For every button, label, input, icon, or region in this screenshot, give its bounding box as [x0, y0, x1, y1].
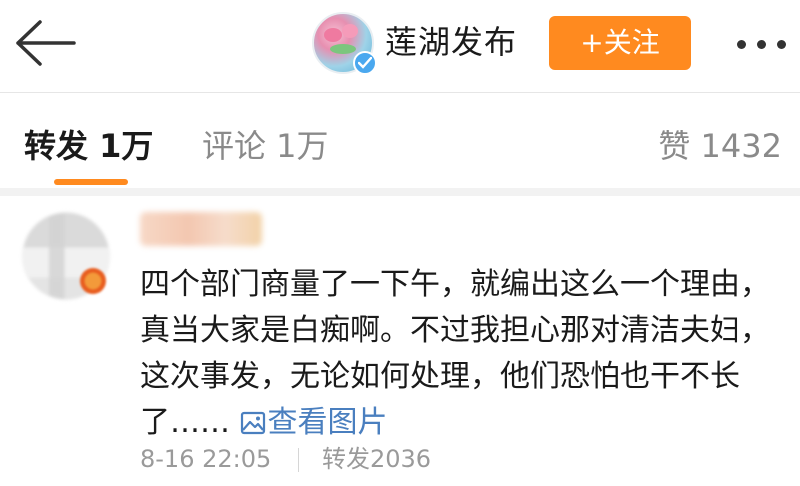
repost-count-link[interactable]: 转发2036: [322, 442, 431, 476]
tab-repost[interactable]: 转发 1万: [24, 124, 153, 168]
account-name[interactable]: 莲湖发布: [385, 20, 517, 64]
section-gap: [0, 188, 800, 196]
header-divider: [0, 92, 800, 93]
commenter-name-blurred[interactable]: [140, 212, 262, 246]
follow-button[interactable]: +关注: [549, 16, 691, 70]
comment-body: 四个部门商量了一下午，就编出这么一个理由，真当大家是白痴啊。不过我担心那对清洁夫…: [140, 267, 770, 440]
top-bar: 莲湖发布 +关注: [0, 0, 800, 92]
comment-time: 8-16 22:05: [140, 445, 272, 473]
user-badge-icon: [80, 268, 106, 294]
back-button[interactable]: [14, 20, 76, 66]
meta-divider: [298, 448, 299, 472]
more-dots-icon[interactable]: [735, 38, 789, 52]
image-icon: [240, 411, 265, 435]
view-images-link[interactable]: 查看图片: [240, 405, 388, 440]
tab-comment[interactable]: 评论 1万: [202, 124, 329, 168]
arrow-left-icon: [16, 20, 76, 66]
tab-like[interactable]: 赞 1432: [658, 124, 782, 168]
verified-badge-icon: [353, 51, 377, 75]
active-tab-indicator: [54, 179, 128, 185]
comment-text: 四个部门商量了一下午，就编出这么一个理由，真当大家是白痴啊。不过我担心那对清洁夫…: [140, 262, 790, 446]
view-images-label: 查看图片: [267, 405, 388, 440]
